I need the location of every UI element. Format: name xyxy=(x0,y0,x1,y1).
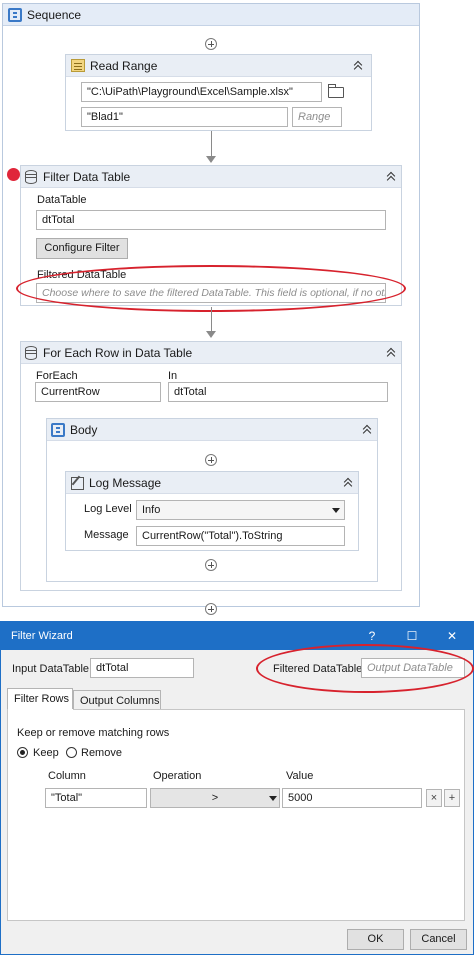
log-message-title: Log Message xyxy=(89,476,162,490)
collapse-icon[interactable] xyxy=(352,59,366,73)
column-header: Column xyxy=(48,770,86,782)
log-level-label: Log Level xyxy=(84,503,132,515)
datatable-input[interactable]: dtTotal xyxy=(36,210,386,230)
add-activity-icon[interactable] xyxy=(205,559,217,571)
for-each-row-activity[interactable]: For Each Row in Data Table ForEach Curre… xyxy=(20,341,402,591)
collapse-icon[interactable] xyxy=(385,170,399,184)
log-level-value: Info xyxy=(142,504,161,516)
in-label: In xyxy=(168,370,178,382)
filter-data-table-title: Filter Data Table xyxy=(43,170,131,184)
input-datatable-label: Input DataTable xyxy=(12,663,90,675)
log-message-activity[interactable]: Log Message Log Level Info Message Curre… xyxy=(65,471,359,551)
read-range-title: Read Range xyxy=(90,59,158,73)
add-activity-icon[interactable] xyxy=(205,454,217,466)
collapse-icon[interactable] xyxy=(342,476,356,490)
tab-filter-rows[interactable]: Filter Rows xyxy=(7,688,73,711)
operation-select[interactable]: > xyxy=(150,788,280,808)
workbook-path-input[interactable]: "C:\UiPath\Playground\Excel\Sample.xlsx" xyxy=(81,82,322,102)
body-header[interactable]: Body xyxy=(47,419,377,441)
read-range-activity[interactable]: Read Range "C:\UiPath\Playground\Excel\S… xyxy=(65,54,372,131)
log-message-header[interactable]: Log Message xyxy=(66,472,358,494)
log-level-select[interactable]: Info xyxy=(136,500,345,520)
connector-arrow xyxy=(206,156,216,163)
operation-header: Operation xyxy=(153,770,202,782)
keep-radio[interactable] xyxy=(17,747,28,758)
ok-button[interactable]: OK xyxy=(347,929,404,950)
configure-filter-button[interactable]: Configure Filter xyxy=(36,238,128,259)
operation-value: > xyxy=(211,792,219,804)
section-label: Keep or remove matching rows xyxy=(17,727,170,739)
connector-line xyxy=(211,307,212,332)
sheet-name-input[interactable]: "Blad1" xyxy=(81,107,288,127)
message-label: Message xyxy=(84,529,129,541)
close-icon[interactable]: ✕ xyxy=(443,627,461,645)
message-input[interactable]: CurrentRow("Total").ToString xyxy=(136,526,345,546)
foreach-label: ForEach xyxy=(36,370,78,382)
value-input[interactable]: 5000 xyxy=(282,788,422,808)
breakpoint-icon[interactable] xyxy=(7,168,20,181)
log-message-icon xyxy=(71,477,84,490)
column-input[interactable]: "Total" xyxy=(45,788,147,808)
database-icon xyxy=(25,170,37,184)
filter-data-table-header[interactable]: Filter Data Table xyxy=(21,166,401,188)
chevron-down-icon xyxy=(269,796,277,801)
remove-label: Remove xyxy=(81,747,122,759)
dialog-title: Filter Wizard xyxy=(11,630,73,642)
collapse-icon[interactable] xyxy=(385,346,399,360)
sequence-icon xyxy=(51,423,65,437)
maximize-icon[interactable]: ☐ xyxy=(403,627,421,645)
body-container[interactable]: Body Log Message Log Level Info Message … xyxy=(46,418,378,582)
keep-label: Keep xyxy=(33,747,59,759)
tab-output-columns[interactable]: Output Columns xyxy=(73,690,161,711)
input-datatable-input[interactable]: dtTotal xyxy=(90,658,194,678)
value-header: Value xyxy=(286,770,314,782)
annotation-ellipse xyxy=(256,644,474,693)
chevron-down-icon xyxy=(332,508,340,513)
collapse-icon[interactable] xyxy=(361,423,375,437)
folder-icon[interactable] xyxy=(328,84,344,98)
connector-arrow xyxy=(206,331,216,338)
excel-icon xyxy=(71,59,85,72)
for-each-row-header[interactable]: For Each Row in Data Table xyxy=(21,342,401,364)
add-row-button[interactable]: + xyxy=(444,789,460,807)
remove-radio[interactable] xyxy=(66,747,77,758)
in-input[interactable]: dtTotal xyxy=(168,382,388,402)
tab-join xyxy=(8,709,73,711)
connector-line xyxy=(211,131,212,156)
range-input[interactable]: Range xyxy=(292,107,342,127)
read-range-header[interactable]: Read Range xyxy=(66,55,371,77)
sequence-icon xyxy=(8,8,22,22)
add-activity-icon[interactable] xyxy=(205,603,217,615)
for-each-row-title: For Each Row in Data Table xyxy=(43,346,193,360)
sequence-header[interactable]: Sequence xyxy=(3,4,419,26)
database-icon xyxy=(25,346,37,360)
help-icon[interactable]: ? xyxy=(363,627,381,645)
filter-rows-panel xyxy=(7,709,465,921)
body-title: Body xyxy=(70,423,98,437)
annotation-ellipse xyxy=(16,265,406,312)
foreach-input[interactable]: CurrentRow xyxy=(35,382,161,402)
add-activity-icon[interactable] xyxy=(205,38,217,50)
sequence-title: Sequence xyxy=(27,8,82,22)
datatable-label: DataTable xyxy=(37,194,87,206)
cancel-button[interactable]: Cancel xyxy=(410,929,467,950)
remove-row-button[interactable]: × xyxy=(426,789,442,807)
